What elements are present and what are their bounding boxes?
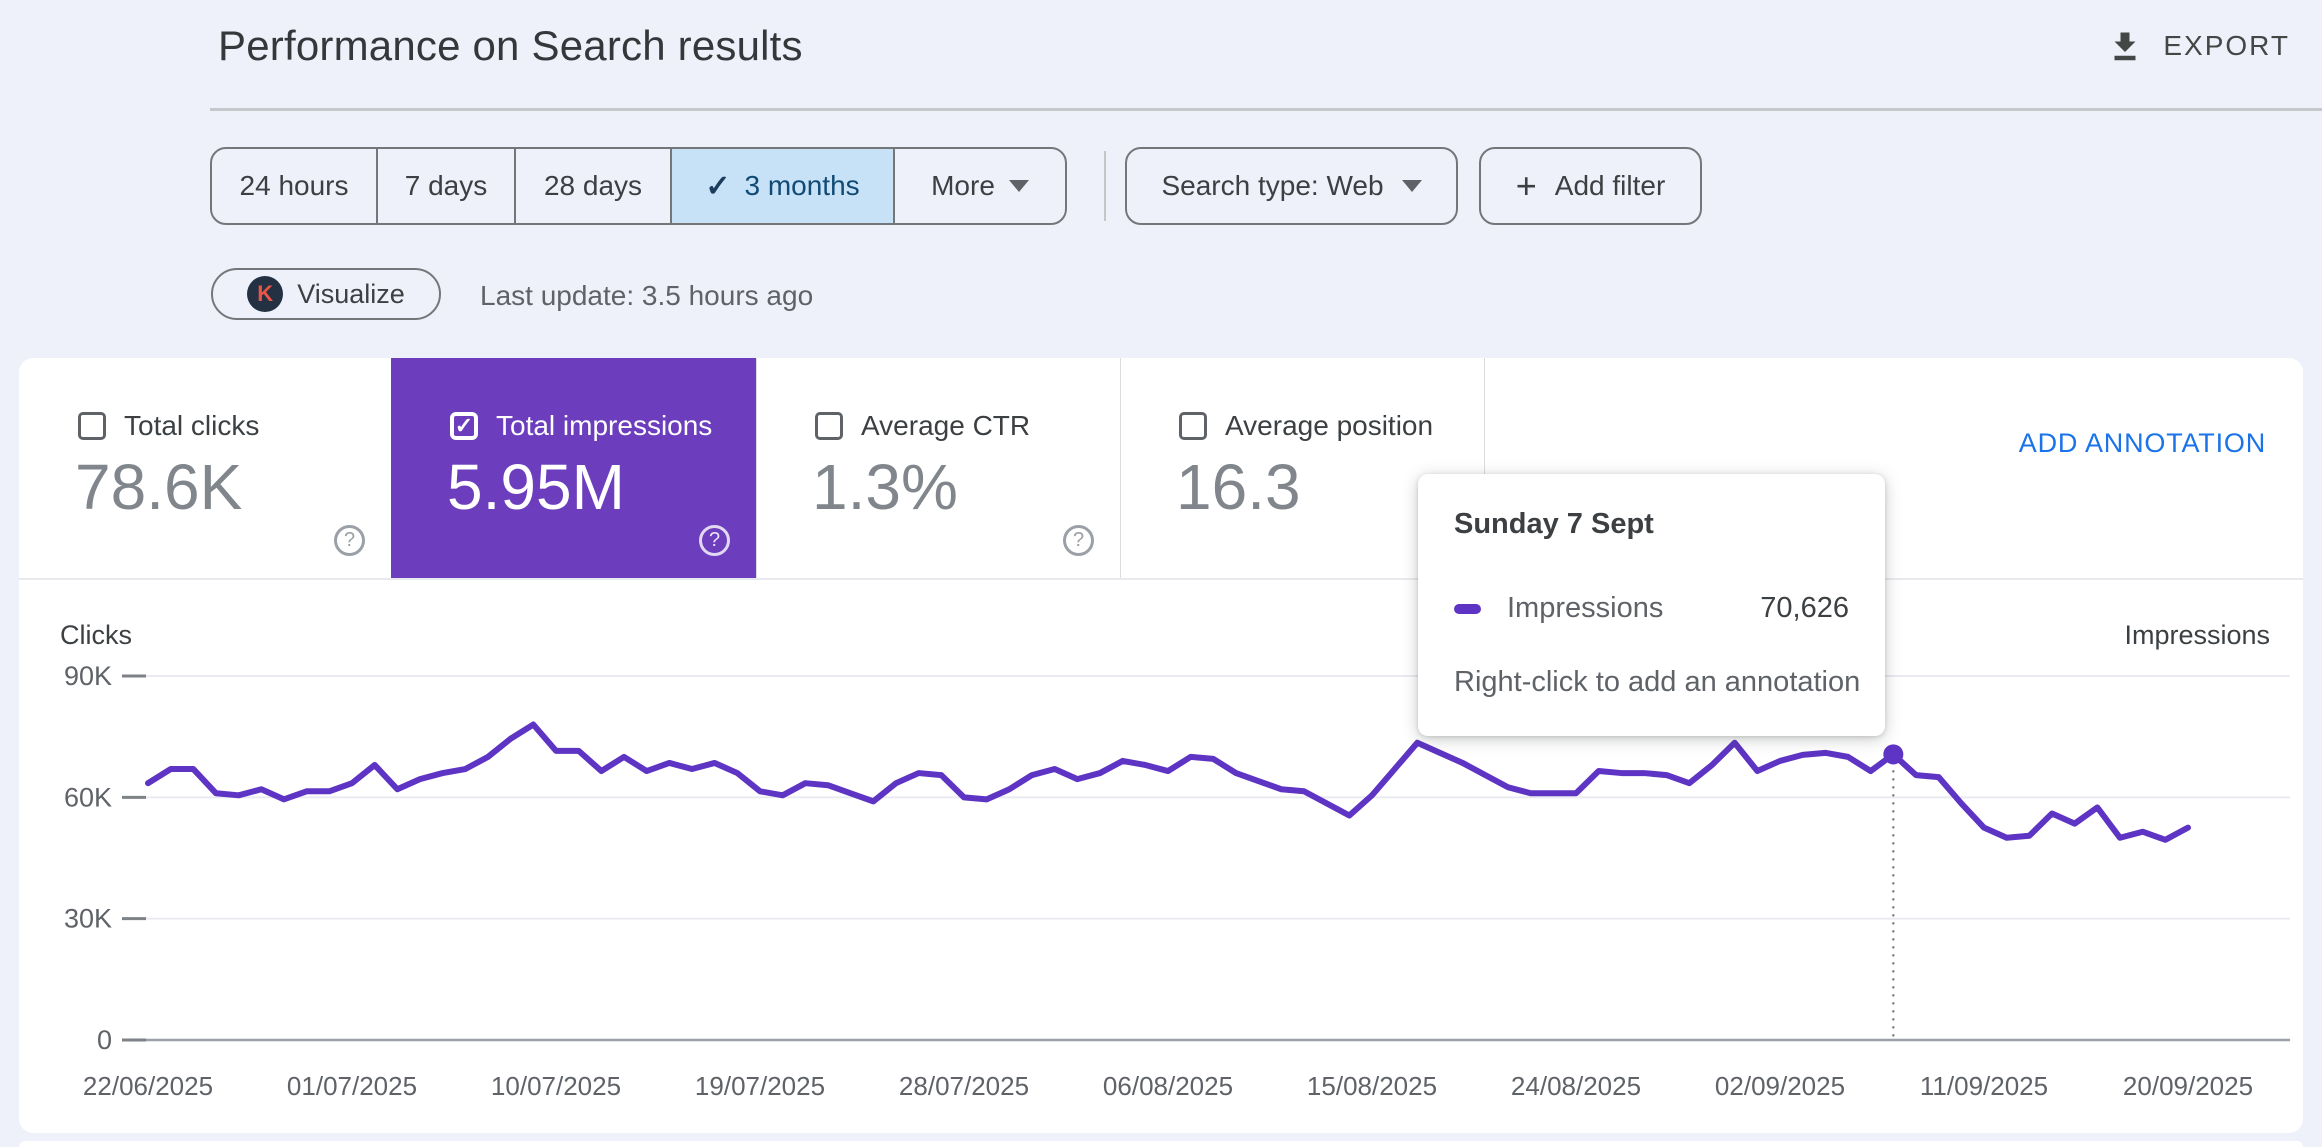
add-filter-label: Add filter — [1554, 170, 1666, 201]
help-icon[interactable]: ? — [1063, 525, 1094, 556]
clicks-axis-label: Clicks — [60, 620, 132, 650]
cards-bottom-divider — [19, 578, 2303, 580]
k-logo-icon: K — [247, 276, 284, 312]
metric-value: 5.95M — [447, 451, 625, 523]
visualize-label: Visualize — [297, 278, 405, 309]
next-card-top — [19, 1141, 2303, 1147]
metric-label: Average position — [1225, 410, 1434, 441]
filter-separator — [1104, 151, 1106, 221]
date-range-7-days[interactable]: 7 days — [378, 149, 516, 223]
chip-label: 7 days — [404, 170, 488, 201]
export-button[interactable]: EXPORT — [2107, 28, 2290, 64]
export-label: EXPORT — [2163, 30, 2290, 61]
metric-value: 78.6K — [75, 451, 243, 523]
metric-value: 16.3 — [1176, 451, 1301, 523]
checkbox-unchecked[interactable] — [78, 412, 106, 440]
search-type-label: Search type: Web — [1161, 170, 1384, 201]
metric-card-average-ctr[interactable]: Average CTR 1.3% ? — [756, 358, 1120, 578]
impressions-axis-label: Impressions — [2124, 620, 2270, 650]
chevron-down-icon — [1008, 180, 1029, 192]
metric-value: 1.3% — [812, 451, 958, 523]
tooltip-date: Sunday 7 Sept — [1454, 508, 1654, 540]
card-divider — [756, 358, 757, 578]
visualize-button[interactable]: K Visualize — [211, 268, 441, 320]
performance-panel: Total clicks 78.6K ? ✓ Total impressions… — [19, 358, 2303, 1133]
tooltip-hint: Right-click to add an annotation — [1454, 666, 1861, 698]
chip-label: 28 days — [543, 170, 643, 201]
metric-label: Total impressions — [496, 410, 713, 441]
add-annotation-button[interactable]: ADD ANNOTATION — [2019, 428, 2266, 459]
chip-label: 3 months — [744, 170, 860, 201]
tooltip-value: 70,626 — [1760, 592, 1849, 624]
metric-card-total-impressions[interactable]: ✓ Total impressions 5.95M ? — [391, 358, 756, 578]
checkbox-unchecked[interactable] — [815, 412, 843, 440]
date-range-28-days[interactable]: 28 days — [516, 149, 672, 223]
checkbox-unchecked[interactable] — [1179, 412, 1207, 440]
check-icon: ✓ — [705, 169, 731, 203]
add-filter-chip[interactable]: + Add filter — [1479, 147, 1702, 225]
header-divider — [210, 108, 2322, 111]
chart-tooltip: Sunday 7 Sept Impressions 70,626 Right-c… — [1418, 474, 1885, 736]
date-range-more-dropdown[interactable]: More — [895, 149, 1065, 223]
date-range-chip-group: 24 hours 7 days 28 days ✓ 3 months More — [210, 147, 1067, 225]
metric-label: Total clicks — [124, 410, 260, 441]
date-range-3-months[interactable]: ✓ 3 months — [672, 149, 895, 223]
help-icon[interactable]: ? — [699, 525, 730, 556]
search-type-chip[interactable]: Search type: Web — [1125, 147, 1458, 225]
chip-label: More — [931, 170, 995, 201]
chip-label: 24 hours — [239, 170, 349, 201]
download-icon — [2114, 32, 2136, 61]
filter-bar: 24 hours 7 days 28 days ✓ 3 months More … — [0, 147, 2322, 225]
plus-icon: + — [1515, 165, 1537, 206]
metric-label: Average CTR — [861, 410, 1031, 441]
date-range-24-hours[interactable]: 24 hours — [212, 149, 378, 223]
checkbox-checked[interactable]: ✓ — [450, 412, 478, 440]
impressions-series-swatch — [1454, 603, 1481, 614]
help-icon[interactable]: ? — [334, 525, 365, 556]
card-divider — [1120, 358, 1121, 578]
metric-card-total-clicks[interactable]: Total clicks 78.6K ? — [19, 358, 391, 578]
page-title: Performance on Search results — [218, 22, 803, 69]
chevron-down-icon — [1401, 180, 1422, 192]
last-update-text: Last update: 3.5 hours ago — [480, 280, 814, 311]
tooltip-series-label: Impressions — [1507, 592, 1664, 624]
